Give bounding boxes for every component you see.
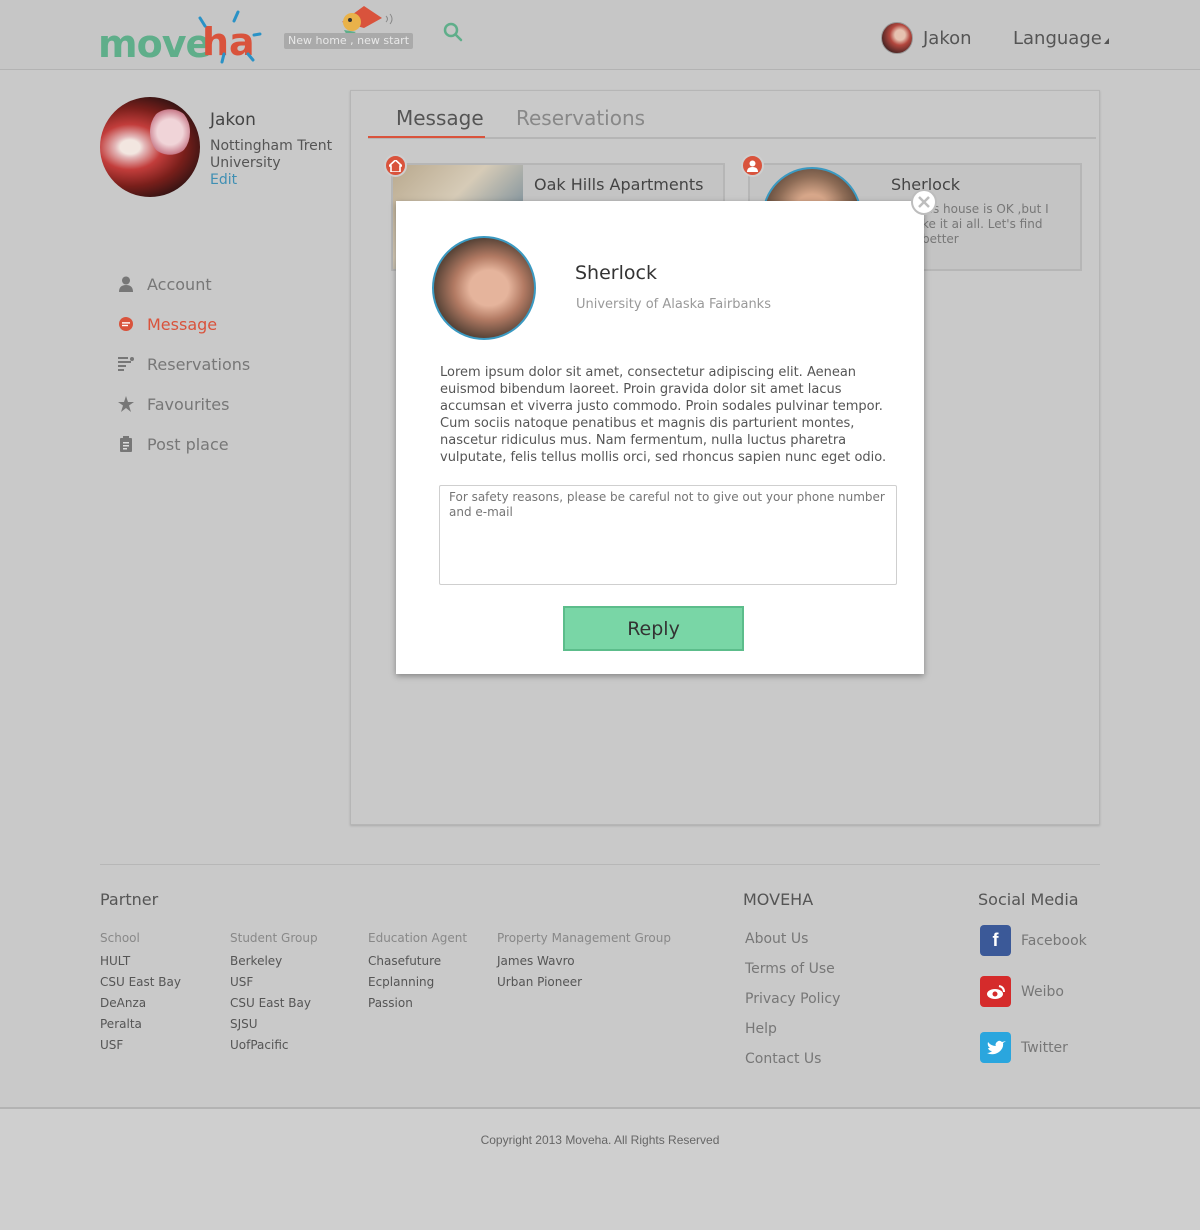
language-label: Language (1013, 28, 1102, 49)
sidebar-item-label: Reservations (147, 354, 251, 374)
weibo-icon (980, 976, 1011, 1007)
partner-link[interactable]: Urban Pioneer (497, 972, 671, 993)
header-user-name[interactable]: Jakon (923, 28, 972, 49)
avatar-decoration (150, 107, 190, 157)
social-twitter[interactable]: Twitter (980, 1032, 1068, 1063)
partner-link[interactable]: Ecplanning (368, 972, 467, 993)
moveha-logo[interactable]: move ha (98, 10, 268, 66)
partner-heading: Partner (100, 890, 159, 909)
footer-divider (100, 864, 1100, 865)
card-title: Oak Hills Apartments (534, 175, 704, 194)
twitter-icon (980, 1032, 1011, 1063)
tab-bar: Message Reservations (368, 102, 1096, 139)
partner-link[interactable]: SJSU (230, 1014, 318, 1035)
partner-link[interactable]: DeAnza (100, 993, 181, 1014)
chevron-down-icon (1103, 38, 1109, 44)
profile-avatar (100, 97, 200, 197)
close-icon[interactable] (911, 189, 937, 215)
partner-link[interactable]: Chasefuture (368, 951, 467, 972)
social-label: Facebook (1021, 932, 1087, 949)
star-icon (118, 396, 134, 412)
avatar[interactable] (881, 22, 913, 54)
sidebar-item-post-place[interactable]: Post place (118, 424, 250, 464)
sidebar-item-reservations[interactable]: Reservations (118, 344, 250, 384)
sidebar-item-label: Post place (147, 434, 229, 454)
social-label: Twitter (1021, 1039, 1068, 1056)
user-menu[interactable]: Jakon (881, 22, 972, 54)
partner-link[interactable]: USF (230, 972, 318, 993)
top-header: move ha New home , new start Jakon Langu… (0, 0, 1200, 70)
sender-avatar (432, 236, 536, 340)
partner-link[interactable]: CSU East Bay (100, 972, 181, 993)
moveha-links: About Us Terms of Use Privacy Policy Hel… (745, 929, 840, 1079)
social-heading: Social Media (978, 890, 1079, 909)
edit-profile-link[interactable]: Edit (210, 172, 237, 188)
partner-column-property-management: Property Management Group James Wavro Ur… (497, 931, 671, 993)
active-tab-indicator (368, 136, 485, 138)
list-icon (118, 356, 134, 372)
user-icon (741, 154, 764, 177)
message-body: Lorem ipsum dolor sit amet, consectetur … (440, 365, 887, 465)
social-label: Weibo (1021, 983, 1064, 1000)
partner-column-education-agent: Education Agent Chasefuture Ecplanning P… (368, 931, 467, 1014)
clipboard-icon (118, 436, 134, 452)
chat-icon (118, 316, 134, 332)
terms-link[interactable]: Terms of Use (745, 959, 840, 989)
partner-link[interactable]: James Wavro (497, 951, 671, 972)
moveha-heading: MOVEHA (743, 890, 814, 909)
social-weibo[interactable]: Weibo (980, 976, 1064, 1007)
sidebar-item-account[interactable]: Account (118, 264, 250, 304)
home-icon (384, 154, 407, 177)
about-us-link[interactable]: About Us (745, 929, 840, 959)
card-message-preview: his house is OK ,but I ke it ai all. Let… (922, 202, 1049, 246)
sidebar-item-label: Message (147, 314, 218, 334)
profile-university: Nottingham Trent University (210, 138, 333, 171)
partner-link[interactable]: Passion (368, 993, 467, 1014)
partner-link[interactable]: Berkeley (230, 951, 318, 972)
reply-input[interactable] (439, 485, 897, 585)
tab-message[interactable]: Message (396, 106, 484, 130)
sidebar-nav: Account Message Reservations Favourites … (118, 264, 250, 464)
partner-link[interactable]: HULT (100, 951, 181, 972)
sidebar-item-favourites[interactable]: Favourites (118, 384, 250, 424)
tagline: New home , new start (284, 33, 414, 49)
column-heading: School (100, 931, 140, 945)
privacy-link[interactable]: Privacy Policy (745, 989, 840, 1019)
sidebar-item-label: Account (147, 274, 212, 294)
partner-column-student-group: Student Group Berkeley USF CSU East Bay … (230, 931, 318, 1056)
sidebar-item-label: Favourites (147, 394, 230, 414)
partner-link[interactable]: Peralta (100, 1014, 181, 1035)
sender-university: University of Alaska Fairbanks (576, 297, 771, 312)
tab-reservations[interactable]: Reservations (516, 106, 645, 130)
column-heading: Student Group (230, 931, 318, 945)
search-icon[interactable] (443, 22, 463, 42)
user-icon (118, 276, 134, 292)
sender-name: Sherlock (575, 262, 657, 284)
contact-us-link[interactable]: Contact Us (745, 1049, 840, 1079)
partner-column-school: School HULT CSU East Bay DeAnza Peralta … (100, 931, 181, 1056)
partner-link[interactable]: UofPacific (230, 1035, 318, 1056)
sidebar-item-message[interactable]: Message (118, 304, 250, 344)
facebook-icon: f (980, 925, 1011, 956)
logo-rays-icon (198, 10, 262, 64)
language-dropdown[interactable]: Language (1013, 28, 1109, 49)
column-heading: Property Management Group (497, 931, 671, 945)
partner-link[interactable]: CSU East Bay (230, 993, 318, 1014)
bottom-bar (0, 1107, 1200, 1230)
copyright: Copyright 2013 Moveha. All Rights Reserv… (480, 1133, 720, 1147)
help-link[interactable]: Help (745, 1019, 840, 1049)
social-facebook[interactable]: f Facebook (980, 925, 1087, 956)
partner-link[interactable]: USF (100, 1035, 181, 1056)
message-modal: Sherlock University of Alaska Fairbanks … (396, 201, 924, 674)
profile-name: Jakon (210, 110, 256, 130)
column-heading: Education Agent (368, 931, 468, 945)
reply-button[interactable]: Reply (563, 606, 744, 651)
